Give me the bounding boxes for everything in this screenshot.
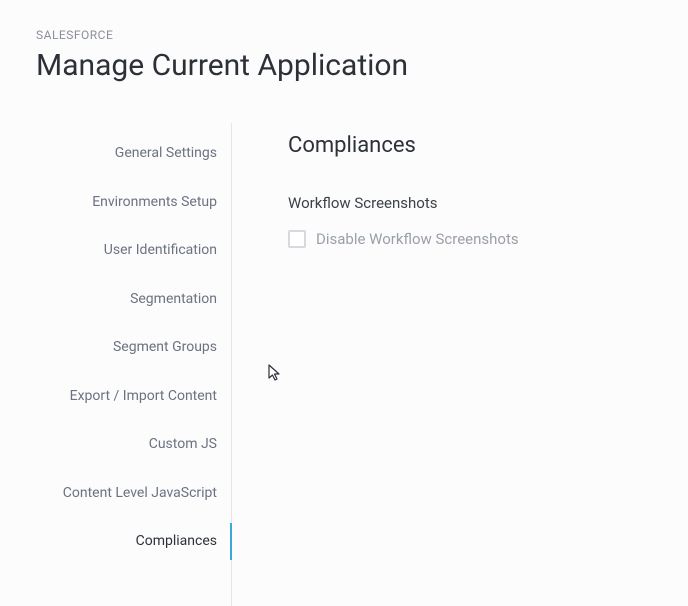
sidebar-item-label: Segmentation [130,291,217,307]
main-content: Compliances Workflow Screenshots Disable… [232,123,688,606]
sidebar-item-label: Custom JS [149,436,217,452]
subsection-title: Workflow Screenshots [288,194,688,212]
sidebar-item-label: User Identification [104,242,217,258]
section-title: Compliances [288,133,688,158]
sidebar-item-label: Segment Groups [113,339,217,355]
checkbox-row-disable-workflow-screenshots: Disable Workflow Screenshots [288,230,688,248]
sidebar-item-content-level-javascript[interactable]: Content Level JavaScript [36,469,231,518]
breadcrumb: SALESFORCE [36,28,688,42]
sidebar: General Settings Environments Setup User… [36,123,232,606]
sidebar-item-general-settings[interactable]: General Settings [36,129,231,178]
sidebar-item-environments-setup[interactable]: Environments Setup [36,178,231,227]
sidebar-item-export-import-content[interactable]: Export / Import Content [36,372,231,421]
checkbox-label: Disable Workflow Screenshots [316,230,519,248]
sidebar-item-label: General Settings [115,145,217,161]
sidebar-item-segment-groups[interactable]: Segment Groups [36,323,231,372]
sidebar-item-label: Content Level JavaScript [63,485,217,501]
sidebar-item-user-identification[interactable]: User Identification [36,226,231,275]
page-title: Manage Current Application [36,48,688,83]
sidebar-item-custom-js[interactable]: Custom JS [36,420,231,469]
sidebar-item-label: Compliances [136,533,217,549]
sidebar-item-label: Environments Setup [92,194,217,210]
disable-workflow-screenshots-checkbox[interactable] [288,230,306,248]
sidebar-item-compliances[interactable]: Compliances [36,517,231,566]
sidebar-item-label: Export / Import Content [70,388,217,404]
sidebar-item-segmentation[interactable]: Segmentation [36,275,231,324]
